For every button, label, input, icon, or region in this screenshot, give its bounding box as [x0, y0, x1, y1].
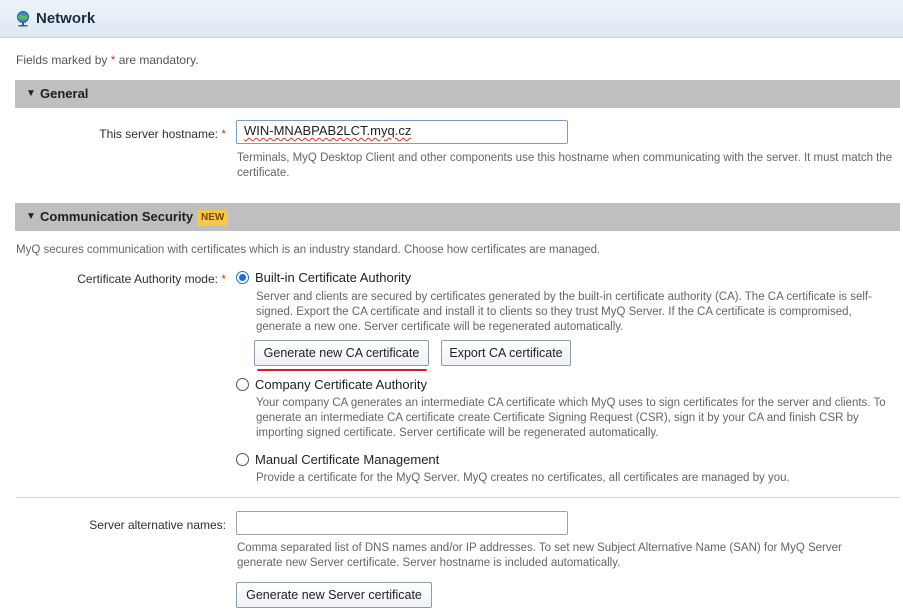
radio-manual-cert-control[interactable] — [236, 453, 249, 466]
hostname-value: WIN-MNABPAB2LCT.myq.cz — [244, 123, 412, 138]
highlight-underline — [257, 369, 427, 371]
mandatory-note: Fields marked by * are mandatory. — [16, 53, 199, 67]
collapse-triangle-icon[interactable]: ▼ — [26, 88, 36, 99]
mandatory-suffix: are mandatory. — [115, 53, 199, 67]
generate-server-cert-button[interactable]: Generate new Server certificate — [236, 582, 432, 608]
hostname-label: This server hostname: * — [40, 127, 226, 141]
manual-cert-help: Provide a certificate for the MyQ Server… — [256, 472, 790, 484]
hostname-input[interactable]: WIN-MNABPAB2LCT.myq.cz — [236, 120, 568, 144]
alt-names-help: Comma separated list of DNS names and/or… — [237, 542, 842, 569]
alt-names-label-text: Server alternative names: — [89, 518, 226, 532]
alt-names-input[interactable] — [236, 511, 568, 535]
radio-company-ca[interactable]: Company Certificate Authority — [236, 377, 427, 392]
ca-mode-label: Certificate Authority mode: * — [40, 272, 226, 286]
alt-names-label: Server alternative names: — [40, 518, 226, 532]
section-general-title: General — [40, 86, 89, 101]
radio-company-ca-control[interactable] — [236, 378, 249, 391]
ca-mode-label-text: Certificate Authority mode: — [77, 272, 218, 286]
radio-builtin-ca-label[interactable]: Built-in Certificate Authority — [255, 270, 411, 285]
collapse-triangle-icon[interactable]: ▼ — [26, 211, 36, 222]
section-divider — [16, 497, 900, 498]
section-general-header[interactable]: ▼ General — [15, 80, 900, 108]
company-ca-help: Your company CA generates an intermediat… — [256, 397, 886, 439]
new-badge: NEW — [197, 210, 229, 226]
section-security-title: Communication Security — [40, 209, 194, 224]
page-header: Network — [0, 0, 903, 38]
radio-company-ca-label[interactable]: Company Certificate Authority — [255, 377, 427, 392]
builtin-ca-help: Server and clients are secured by certif… — [256, 291, 872, 333]
export-ca-button[interactable]: Export CA certificate — [441, 340, 571, 366]
page-title: Network — [36, 10, 96, 27]
radio-builtin-ca[interactable]: Built-in Certificate Authority — [236, 270, 411, 285]
radio-manual-cert-label[interactable]: Manual Certificate Management — [255, 452, 439, 467]
section-security-header[interactable]: ▼ Communication Security NEW — [15, 203, 900, 231]
radio-builtin-ca-control[interactable] — [236, 271, 249, 284]
radio-manual-cert[interactable]: Manual Certificate Management — [236, 452, 439, 467]
required-star: * — [221, 272, 226, 286]
required-star: * — [221, 127, 226, 141]
generate-ca-button[interactable]: Generate new CA certificate — [254, 340, 429, 366]
hostname-label-text: This server hostname: — [99, 127, 218, 141]
hostname-help: Terminals, MyQ Desktop Client and other … — [237, 152, 893, 179]
network-globe-icon — [17, 11, 29, 27]
mandatory-prefix: Fields marked by — [16, 53, 111, 67]
security-description: MyQ secures communication with certifica… — [16, 244, 601, 256]
